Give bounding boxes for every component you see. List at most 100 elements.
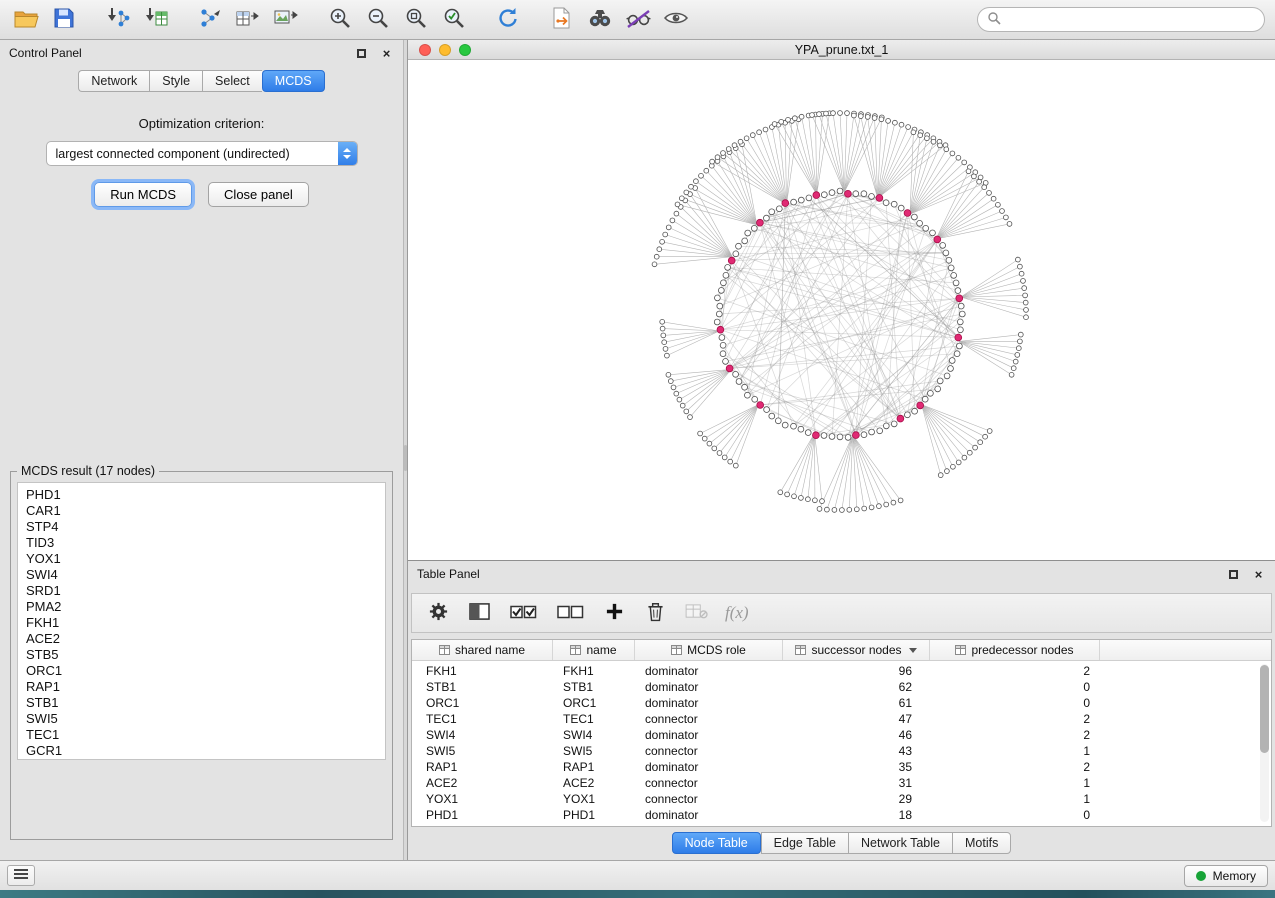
import-table-button[interactable] <box>140 5 172 35</box>
cell-MCDS-role: dominator <box>635 680 783 694</box>
show-details-button[interactable] <box>660 5 692 35</box>
sort-caret-icon[interactable] <box>909 648 917 653</box>
table-row[interactable]: YOX1YOX1connector291 <box>412 791 1271 807</box>
tab-network[interactable]: Network <box>78 70 149 92</box>
search-input[interactable] <box>1006 13 1255 27</box>
cell-shared-name: YOX1 <box>412 792 553 806</box>
table-header-icon <box>795 645 806 655</box>
result-item[interactable]: GCR1 <box>26 743 385 759</box>
export-network-button[interactable] <box>194 5 226 35</box>
tab-select[interactable]: Select <box>202 70 262 92</box>
memory-status-icon <box>1196 871 1206 881</box>
result-item[interactable]: FKH1 <box>26 615 385 631</box>
open-file-button[interactable] <box>10 5 42 35</box>
tab-network-table[interactable]: Network Table <box>848 832 952 854</box>
panel-menu-button[interactable] <box>7 865 35 886</box>
result-item[interactable]: CAR1 <box>26 503 385 519</box>
cell-name: FKH1 <box>553 664 635 678</box>
result-item[interactable]: TID3 <box>26 535 385 551</box>
result-item[interactable]: SWI4 <box>26 567 385 583</box>
table-row[interactable]: RAP1RAP1dominator352 <box>412 759 1271 775</box>
traffic-yellow[interactable] <box>439 44 451 56</box>
float-panel-button[interactable] <box>354 46 369 61</box>
cell-predecessor-nodes: 0 <box>930 680 1100 694</box>
result-item[interactable]: SRD1 <box>26 583 385 599</box>
import-network-button[interactable] <box>102 5 134 35</box>
cell-name: ACE2 <box>553 776 635 790</box>
hide-details-button[interactable] <box>622 5 654 35</box>
result-item[interactable]: YOX1 <box>26 551 385 567</box>
result-item[interactable]: STB5 <box>26 647 385 663</box>
column-header-MCDS-role[interactable]: MCDS role <box>635 640 783 660</box>
delete-row-button[interactable] <box>643 601 667 625</box>
optimization-criterion-select[interactable]: largest connected component (undirected) <box>46 141 358 166</box>
select-all-button[interactable] <box>508 601 538 625</box>
list-icon <box>13 868 29 883</box>
search-all-button[interactable] <box>584 5 616 35</box>
function-builder-button[interactable]: f(x) <box>725 603 749 623</box>
save-session-button[interactable] <box>48 5 80 35</box>
table-scrollbar[interactable] <box>1260 664 1269 822</box>
table-row[interactable]: ACE2ACE2connector311 <box>412 775 1271 791</box>
network-window-titlebar[interactable]: YPA_prune.txt_1 <box>408 40 1275 60</box>
tab-style[interactable]: Style <box>149 70 202 92</box>
result-item[interactable]: RAP1 <box>26 679 385 695</box>
network-canvas[interactable] <box>408 60 1275 560</box>
zoom-out-button[interactable] <box>362 5 394 35</box>
cell-predecessor-nodes: 2 <box>930 664 1100 678</box>
table-row[interactable]: STB1STB1dominator620 <box>412 679 1271 695</box>
close-table-panel-button[interactable]: × <box>1251 567 1266 582</box>
result-item[interactable]: ACE2 <box>26 631 385 647</box>
table-row[interactable]: PHD1PHD1dominator180 <box>412 807 1271 823</box>
deselect-all-button[interactable] <box>555 601 585 625</box>
table-row[interactable]: FKH1FKH1dominator962 <box>412 663 1271 679</box>
cell-successor-nodes: 43 <box>783 744 930 758</box>
float-icon <box>357 49 366 58</box>
result-item[interactable]: PHD1 <box>26 487 385 503</box>
table-scrollbar-thumb[interactable] <box>1260 665 1269 753</box>
tab-edge-table[interactable]: Edge Table <box>761 832 848 854</box>
column-header-name[interactable]: name <box>553 640 635 660</box>
table-header-icon <box>570 645 581 655</box>
dropdown-selected-value: largest connected component (undirected) <box>47 147 338 161</box>
export-image-button[interactable] <box>270 5 302 35</box>
tab-mcds[interactable]: MCDS <box>262 70 325 92</box>
result-item[interactable]: STP4 <box>26 519 385 535</box>
refresh-button[interactable] <box>492 5 524 35</box>
mcds-result-list[interactable]: PHD1CAR1STP4TID3YOX1SWI4SRD1PMA2FKH1ACE2… <box>17 482 386 760</box>
binoculars-icon <box>587 7 613 32</box>
zoom-in-button[interactable] <box>324 5 356 35</box>
cell-shared-name: PHD1 <box>412 808 553 822</box>
column-header-predecessor-nodes[interactable]: predecessor nodes <box>930 640 1100 660</box>
column-header-shared-name[interactable]: shared name <box>412 640 553 660</box>
close-panel-button[interactable]: × <box>379 46 394 61</box>
column-header-successor-nodes[interactable]: successor nodes <box>783 640 930 660</box>
result-item[interactable]: STB1 <box>26 695 385 711</box>
result-item[interactable]: TEC1 <box>26 727 385 743</box>
zoom-selected-button[interactable] <box>438 5 470 35</box>
add-row-button[interactable] <box>602 601 626 625</box>
table-row[interactable]: TEC1TEC1connector472 <box>412 711 1271 727</box>
table-settings-button[interactable] <box>426 601 450 625</box>
memory-button[interactable]: Memory <box>1184 865 1268 887</box>
float-table-panel-button[interactable] <box>1226 567 1241 582</box>
tab-motifs[interactable]: Motifs <box>952 832 1011 854</box>
traffic-red[interactable] <box>419 44 431 56</box>
show-columns-button[interactable] <box>467 601 491 625</box>
result-item[interactable]: SWI5 <box>26 711 385 727</box>
close-panel-button-mcds[interactable]: Close panel <box>208 182 309 207</box>
table-row[interactable]: SWI5SWI5connector431 <box>412 743 1271 759</box>
export-table-button[interactable] <box>232 5 264 35</box>
result-item[interactable]: PMA2 <box>26 599 385 615</box>
node-table-body[interactable]: FKH1FKH1dominator962STB1STB1dominator620… <box>412 661 1271 826</box>
float-icon <box>1229 570 1238 579</box>
traffic-green[interactable] <box>459 44 471 56</box>
zoom-fit-button[interactable] <box>400 5 432 35</box>
search-box[interactable] <box>977 7 1265 32</box>
tab-node-table[interactable]: Node Table <box>672 832 761 854</box>
table-row[interactable]: ORC1ORC1dominator610 <box>412 695 1271 711</box>
table-row[interactable]: SWI4SWI4dominator462 <box>412 727 1271 743</box>
share-file-button[interactable] <box>546 5 578 35</box>
run-mcds-button[interactable]: Run MCDS <box>94 182 192 207</box>
result-item[interactable]: ORC1 <box>26 663 385 679</box>
